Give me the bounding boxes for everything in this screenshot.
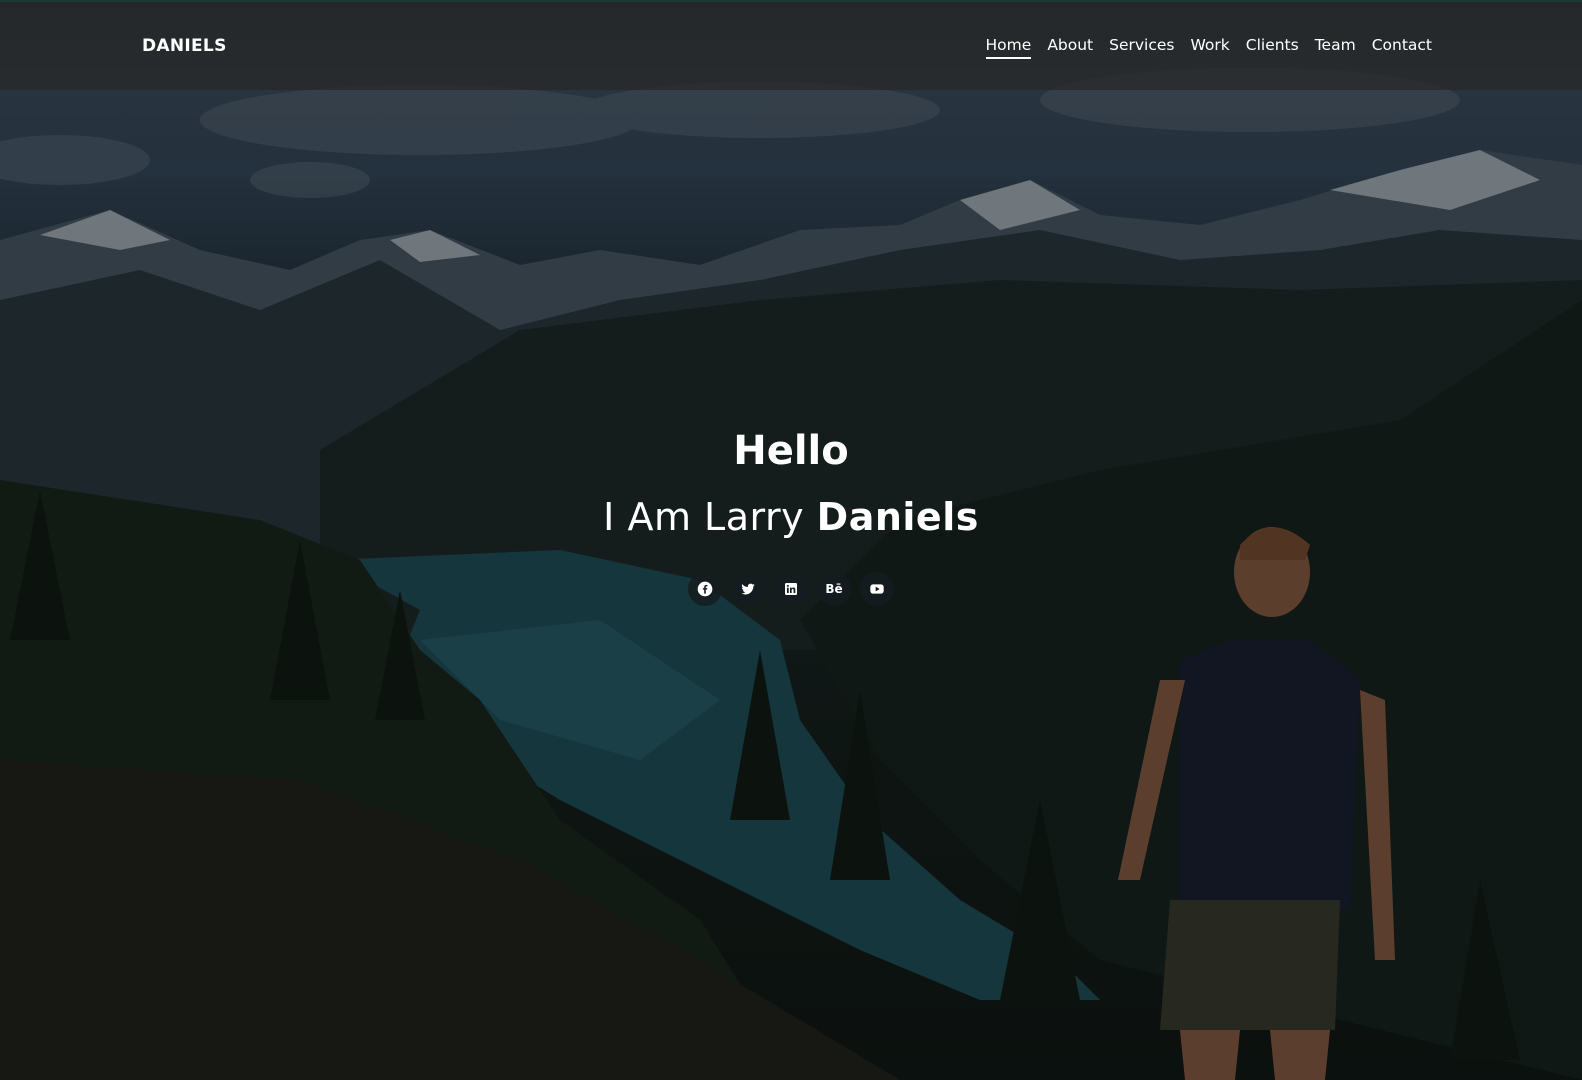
- facebook-icon: [697, 581, 713, 597]
- main-nav: Home About Services Work Clients Team Co…: [985, 36, 1432, 59]
- behance-icon: Bē: [825, 582, 843, 596]
- hero-page: DANIELS Home About Services Work Clients…: [0, 0, 1582, 1080]
- hero-greeting: Hello: [733, 428, 849, 474]
- youtube-link[interactable]: [860, 572, 894, 606]
- linkedin-icon: [785, 583, 797, 595]
- nav-contact[interactable]: Contact: [1372, 36, 1432, 59]
- social-links: Bē: [0, 572, 1582, 606]
- nav-services[interactable]: Services: [1109, 36, 1174, 59]
- youtube-icon: [870, 584, 884, 594]
- nav-team[interactable]: Team: [1315, 36, 1356, 59]
- hero-intro-prefix: I Am Larry: [603, 495, 805, 539]
- facebook-link[interactable]: [688, 572, 722, 606]
- nav-work[interactable]: Work: [1191, 36, 1230, 59]
- nav-home[interactable]: Home: [985, 36, 1032, 59]
- site-header: DANIELS Home About Services Work Clients…: [0, 0, 1582, 90]
- hero-intro: I Am Larry Daniels: [0, 493, 1582, 541]
- hero-text: Hello I Am Larry Daniels: [0, 425, 1582, 541]
- site-logo[interactable]: DANIELS: [142, 36, 227, 56]
- twitter-icon: [741, 583, 755, 595]
- twitter-link[interactable]: [731, 572, 765, 606]
- nav-clients[interactable]: Clients: [1246, 36, 1299, 59]
- behance-link[interactable]: Bē: [817, 572, 851, 606]
- hero-intro-name: Daniels: [816, 495, 979, 539]
- nav-about[interactable]: About: [1047, 36, 1093, 59]
- linkedin-link[interactable]: [774, 572, 808, 606]
